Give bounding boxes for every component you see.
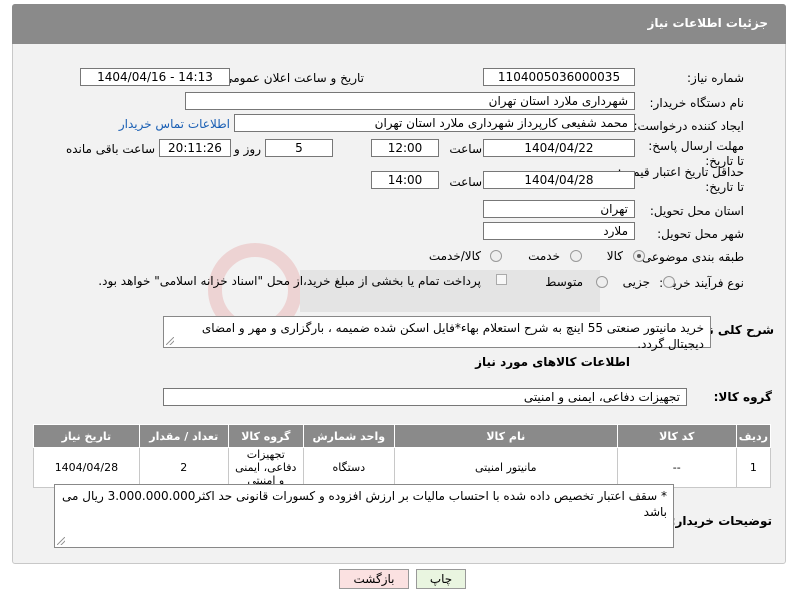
process-option-minor: جزیی <box>622 275 650 289</box>
goods-table: ردیف کد کالا نام کالا واحد شمارش گروه کا… <box>33 424 772 488</box>
category-label: طبقه بندی موضوعی: <box>637 250 744 264</box>
cell-quantity: 2 <box>138 447 229 488</box>
category-option-goods: کالا <box>606 249 623 263</box>
cell-unit: دستگاه <box>302 447 395 488</box>
buyer-notes-text: * سقف اعتبار تخصیص داده شده با احتساب ما… <box>61 489 667 519</box>
process-radio-minor[interactable] <box>663 276 675 288</box>
need-number-label: شماره نیاز: <box>687 71 744 85</box>
cell-code: -- <box>616 447 737 488</box>
print-button[interactable]: چاپ <box>416 569 466 589</box>
category-radio-service[interactable] <box>570 250 582 262</box>
min-price-date-field: 1404/04/28 <box>483 171 635 189</box>
buyer-notes-label: توضیحات خریدار: <box>670 514 772 528</box>
province-field: تهران <box>483 200 635 218</box>
goods-group-label: گروه کالا: <box>713 390 772 404</box>
need-number-field: 1104005036000035 <box>483 68 635 86</box>
days-field: 5 <box>265 139 333 157</box>
days-label: روز و <box>234 142 261 156</box>
contact-buyer-link[interactable]: اطلاعات تماس خریدار <box>119 117 230 131</box>
city-field: ملارد <box>483 222 635 240</box>
category-radio-goods[interactable] <box>633 250 645 262</box>
cell-name: مانیتور امنیتی <box>393 447 618 488</box>
cell-date: 1404/04/28 <box>33 447 140 488</box>
deadline-time-label: ساعت <box>449 142 482 156</box>
city-label: شهر محل تحویل: <box>657 227 744 241</box>
announce-label: تاریخ و ساعت اعلان عمومی: <box>219 71 364 85</box>
cell-group: تجهیزات دفاعی، ایمنی و امنیتی <box>227 447 304 488</box>
resize-grip-icon[interactable] <box>57 537 65 545</box>
province-label: استان محل تحویل: <box>649 204 744 218</box>
treasury-payment-checkbox[interactable] <box>496 274 507 285</box>
cell-row: 1 <box>735 447 772 488</box>
resize-grip-icon[interactable] <box>166 337 174 345</box>
remaining-label: ساعت باقی مانده <box>65 142 155 156</box>
col-group: گروه کالا <box>227 424 304 448</box>
min-price-time-field: 14:00 <box>371 171 439 189</box>
deadline-time-field: 12:00 <box>371 139 439 157</box>
col-name: نام کالا <box>393 424 618 448</box>
treasury-payment-note: پرداخت تمام یا بخشی از مبلغ خرید،از محل … <box>98 274 481 288</box>
category-option-service: خدمت <box>528 249 560 263</box>
requester-field: محمد شفیعی کارپرداز شهرداری ملارد استان … <box>234 114 635 132</box>
page-title: جزئیات اطلاعات نیاز <box>647 16 768 30</box>
description-text: خرید مانیتور صنعتی 55 اینچ به شرح استعلا… <box>201 321 704 351</box>
deadline-date-field: 1404/04/22 <box>483 139 635 157</box>
col-quantity: تعداد / مقدار <box>138 424 229 448</box>
announce-field: 1404/04/16 - 14:13 <box>80 68 230 86</box>
buyer-notes-textarea[interactable]: * سقف اعتبار تخصیص داده شده با احتساب ما… <box>54 484 674 548</box>
col-row: ردیف <box>735 424 772 448</box>
min-price-time-label: ساعت <box>449 175 482 189</box>
col-unit: واحد شمارش <box>302 424 395 448</box>
buyer-org-label: نام دستگاه خریدار: <box>649 96 745 110</box>
goods-group-field: تجهیزات دفاعی، ایمنی و امنیتی <box>163 388 687 406</box>
process-radio-medium[interactable] <box>596 276 608 288</box>
buyer-org-field: شهرداری ملارد استان تهران <box>185 92 635 110</box>
category-option-goods-service: کالا/خدمت <box>428 249 481 263</box>
table-row: 1 -- مانیتور امنیتی دستگاه تجهیزات دفاعی… <box>33 447 772 488</box>
goods-section-title: اطلاعات کالاهای مورد نیاز <box>475 355 630 369</box>
title-bar: جزئیات اطلاعات نیاز <box>12 4 786 44</box>
back-button[interactable]: بازگشت <box>339 569 409 589</box>
category-radio-goods-service[interactable] <box>490 250 502 262</box>
requester-label: ایجاد کننده درخواست: <box>633 119 744 133</box>
process-option-medium: متوسط <box>545 275 583 289</box>
remaining-time-field: 20:11:26 <box>159 139 231 157</box>
description-textarea[interactable]: خرید مانیتور صنعتی 55 اینچ به شرح استعلا… <box>163 316 711 351</box>
col-date: تاریخ نیاز <box>33 424 140 448</box>
goods-table-header: ردیف کد کالا نام کالا واحد شمارش گروه کا… <box>33 424 772 448</box>
col-code: کد کالا <box>616 424 737 448</box>
